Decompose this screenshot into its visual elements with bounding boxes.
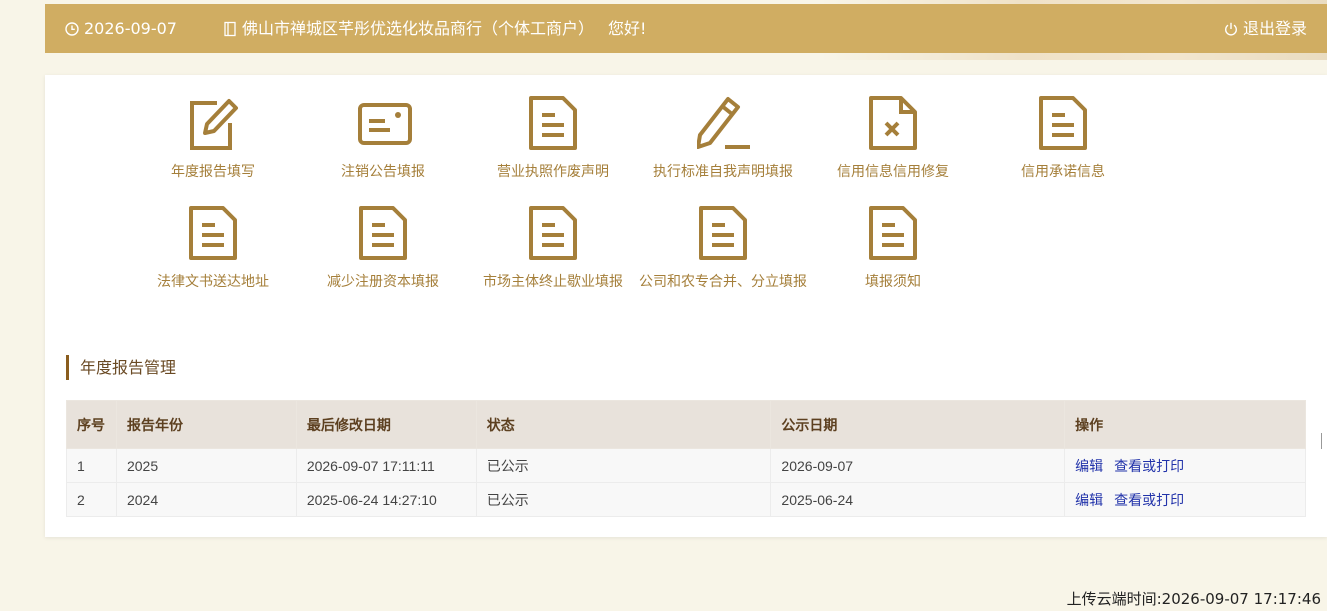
cell-pub-date: 2026-09-07 <box>770 448 1066 483</box>
greeting: 佛山市禅城区芊彤优选化妆品商行（个体工商户） 您好! <box>223 4 646 53</box>
table-row: 2 2024 2025-06-24 14:27:10 已公示 2025-06-2… <box>66 482 1306 517</box>
upload-time: 上传云端时间:2026-09-07 17:17:46 <box>1066 590 1321 608</box>
cell-no: 2 <box>66 482 117 517</box>
tile-credit-repair[interactable]: 信用信息信用修复 <box>808 75 978 180</box>
view-print-link[interactable]: 查看或打印 <box>1114 493 1184 509</box>
logout-label[interactable]: 退出登录 <box>1243 4 1307 53</box>
tile-annual-report[interactable]: 年度报告填写 <box>128 75 298 180</box>
table-header: 序号 报告年份 最后修改日期 状态 公示日期 操作 <box>66 400 1306 449</box>
cell-modified: 2025-06-24 14:27:10 <box>295 482 477 517</box>
edge-marker <box>1321 433 1327 449</box>
company-name: 佛山市禅城区芊彤优选化妆品商行（个体工商户） <box>242 19 595 38</box>
logout-button[interactable]: 退出登录 <box>1224 4 1307 53</box>
tile-merger-split[interactable]: 公司和农专合并、分立填报 <box>638 185 808 290</box>
cell-year: 2025 <box>115 448 297 483</box>
header-no: 序号 <box>66 400 117 449</box>
table-row: 1 2025 2026-09-07 17:11:11 已公示 2026-09-0… <box>66 448 1306 483</box>
tile-credit-commitment[interactable]: 信用承诺信息 <box>978 75 1148 180</box>
book-icon <box>224 21 236 36</box>
cell-actions: 编辑 查看或打印 <box>1064 448 1306 483</box>
header-modified: 最后修改日期 <box>295 400 477 449</box>
edit-link[interactable]: 编辑 <box>1075 493 1103 509</box>
top-bar: 2026-09-07 佛山市禅城区芊彤优选化妆品商行（个体工商户） 您好! 退出… <box>45 4 1327 53</box>
function-tiles: 年度报告填写 注销公告填报 营业执照作废声明 执行标准自我声明填报 信用信息信用… <box>45 75 1327 395</box>
tile-business-termination[interactable]: 市场主体终止歇业填报 <box>468 185 638 290</box>
view-print-link[interactable]: 查看或打印 <box>1114 459 1184 475</box>
cell-modified: 2026-09-07 17:11:11 <box>295 448 477 483</box>
card-icon <box>358 103 412 145</box>
current-date: 2026-09-07 <box>84 19 177 38</box>
document-icon <box>529 206 577 260</box>
section-title: 年度报告管理 <box>66 355 176 380</box>
cell-pub-date: 2025-06-24 <box>770 482 1066 517</box>
cell-status: 已公示 <box>475 448 772 483</box>
cell-year: 2024 <box>115 482 297 517</box>
date-display: 2026-09-07 <box>65 4 177 53</box>
pencil-icon <box>697 97 750 149</box>
edit-square-icon <box>190 99 238 150</box>
greeting-text: 您好! <box>608 19 647 38</box>
tile-cancellation-notice[interactable]: 注销公告填报 <box>298 75 468 180</box>
header-year: 报告年份 <box>115 400 297 449</box>
document-icon <box>189 206 237 260</box>
tile-label: 填报须知 <box>865 274 921 290</box>
tile-filing-notes[interactable]: 填报须知 <box>808 185 978 290</box>
tile-capital-reduction[interactable]: 减少注册资本填报 <box>298 185 468 290</box>
tile-label: 信用承诺信息 <box>1021 164 1105 180</box>
cell-actions: 编辑 查看或打印 <box>1064 482 1306 517</box>
annual-report-table: 序号 报告年份 最后修改日期 状态 公示日期 操作 1 2025 2026-09… <box>66 400 1306 517</box>
document-icon <box>359 206 407 260</box>
header-status: 状态 <box>475 400 772 449</box>
cell-status: 已公示 <box>475 482 772 517</box>
edit-link[interactable]: 编辑 <box>1075 459 1103 475</box>
cell-no: 1 <box>66 448 117 483</box>
tile-license-void[interactable]: 营业执照作废声明 <box>468 75 638 180</box>
tile-standard-declaration[interactable]: 执行标准自我声明填报 <box>638 75 808 180</box>
document-icon <box>529 96 577 150</box>
main-panel: 年度报告填写 注销公告填报 营业执照作废声明 执行标准自我声明填报 信用信息信用… <box>45 75 1327 537</box>
document-icon <box>869 206 917 260</box>
header-pub-date: 公示日期 <box>770 400 1066 449</box>
header-actions: 操作 <box>1064 400 1306 449</box>
document-x-icon <box>869 96 917 150</box>
document-icon <box>1039 96 1087 150</box>
clock-icon <box>65 21 79 36</box>
power-icon <box>1224 22 1237 35</box>
tile-legal-address[interactable]: 法律文书送达地址 <box>128 185 298 290</box>
document-icon <box>699 206 747 260</box>
